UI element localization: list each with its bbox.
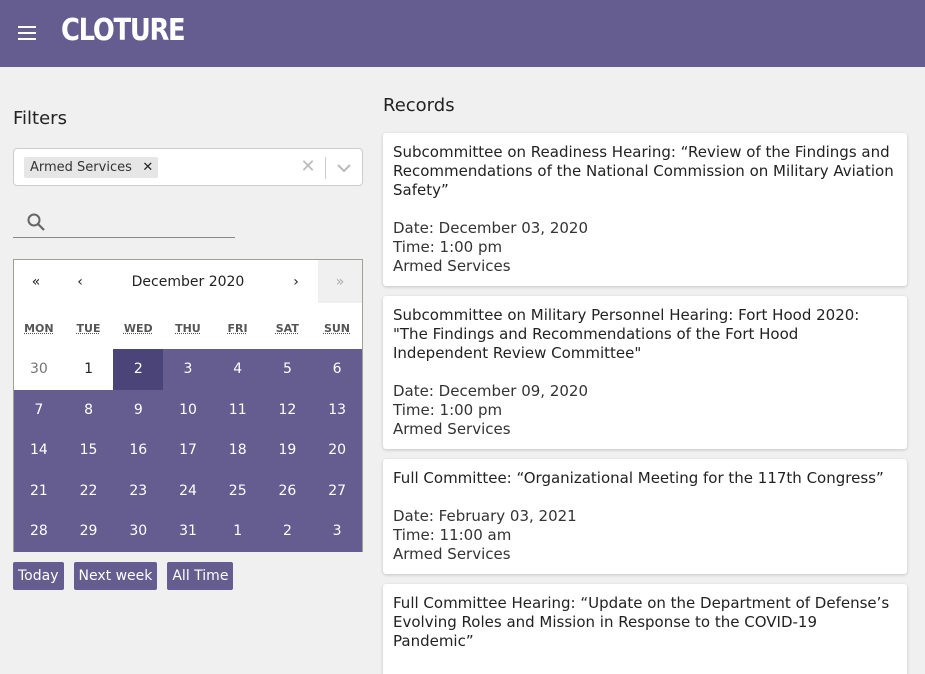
calendar-day[interactable]: 24: [163, 470, 213, 511]
calendar-day[interactable]: 13: [312, 389, 362, 430]
weekday-label: FRI: [227, 322, 248, 335]
all-time-button[interactable]: All Time: [167, 562, 234, 590]
calendar-day[interactable]: 26: [262, 470, 313, 511]
menu-icon[interactable]: [18, 26, 36, 40]
records-title: Records: [383, 95, 455, 116]
record-date: Date: February 03, 2021: [393, 507, 577, 525]
calendar-day[interactable]: 1: [64, 349, 114, 390]
weekday-label: TUE: [76, 322, 101, 335]
weekday-label: WED: [123, 322, 153, 335]
calendar-day[interactable]: 31: [163, 511, 213, 552]
calendar-day[interactable]: 16: [113, 430, 164, 471]
calendar-day[interactable]: 30: [14, 349, 64, 390]
record-date: Date: December 03, 2020: [393, 219, 589, 237]
record-time: Time: 1:00 pm: [393, 238, 503, 256]
calendar-day[interactable]: 4: [212, 349, 263, 390]
calendar-day[interactable]: 22: [63, 470, 114, 511]
quick-range-buttons: Today Next week All Time: [13, 562, 234, 590]
weekday-label: THU: [175, 322, 201, 335]
calendar-day[interactable]: 6: [312, 349, 362, 390]
calendar-day[interactable]: 23: [113, 470, 164, 511]
prev-year-button[interactable]: «: [14, 260, 58, 303]
chip-remove-icon[interactable]: ✕: [138, 157, 158, 178]
calendar-day[interactable]: 14: [14, 430, 64, 471]
record-card[interactable]: Subcommittee on Readiness Hearing: “Revi…: [383, 133, 907, 286]
committee-filter-select[interactable]: Armed Services ✕ ✕: [13, 148, 363, 186]
filters-title: Filters: [13, 108, 67, 129]
weekday-label: SAT: [275, 322, 299, 335]
next-year-button[interactable]: »: [318, 260, 362, 303]
clear-icon[interactable]: ✕: [298, 157, 318, 177]
record-committee: Armed Services: [393, 257, 511, 275]
search-icon: [26, 212, 46, 232]
calendar-day[interactable]: 8: [63, 389, 114, 430]
records-list: Subcommittee on Readiness Hearing: “Revi…: [383, 133, 907, 674]
calendar-day[interactable]: 28: [14, 511, 64, 552]
calendar-days: 30 1 2 3 4 5 6 7 8 9 10 11 12 13 14 15 1…: [14, 349, 362, 552]
calendar-day[interactable]: 17: [163, 430, 213, 471]
today-button[interactable]: Today: [13, 562, 64, 590]
record-time: Time: 1:00 pm: [393, 401, 503, 419]
calendar-day[interactable]: 5: [262, 349, 313, 390]
calendar-day[interactable]: 7: [14, 389, 64, 430]
calendar-day[interactable]: 18: [212, 430, 263, 471]
next-week-button[interactable]: Next week: [73, 562, 158, 590]
record-title: Full Committee Hearing: “Update on the D…: [393, 594, 890, 650]
calendar-day[interactable]: 30: [113, 511, 164, 552]
calendar-day[interactable]: 2: [262, 511, 313, 552]
calendar: « ‹ December 2020 › » MON TUE WED THU FR…: [13, 259, 363, 552]
filter-chip-label: Armed Services: [30, 160, 132, 175]
weekday-label: MON: [24, 322, 54, 335]
app-logo[interactable]: CLOTURE: [61, 13, 186, 48]
calendar-day[interactable]: 12: [262, 389, 313, 430]
top-bar: CLOTURE: [0, 0, 925, 67]
calendar-day[interactable]: 2: [113, 349, 164, 390]
calendar-day[interactable]: 9: [113, 389, 164, 430]
calendar-day[interactable]: 3: [312, 511, 362, 552]
weekday-header: MON TUE WED THU FRI SAT SUN: [14, 322, 362, 346]
record-card[interactable]: Subcommittee on Military Personnel Heari…: [383, 296, 907, 449]
calendar-day[interactable]: 11: [212, 389, 263, 430]
search-input[interactable]: [57, 209, 231, 235]
calendar-day[interactable]: 10: [163, 389, 213, 430]
calendar-day[interactable]: 21: [14, 470, 64, 511]
record-committee: Armed Services: [393, 420, 511, 438]
record-date: Date: December 09, 2020: [393, 382, 589, 400]
search-field: [13, 205, 235, 238]
calendar-day[interactable]: 3: [163, 349, 213, 390]
prev-month-button[interactable]: ‹: [58, 260, 102, 303]
select-separator: [325, 157, 326, 179]
record-card[interactable]: Full Committee Hearing: “Update on the D…: [383, 584, 907, 674]
record-committee: Armed Services: [393, 545, 511, 563]
calendar-month-label[interactable]: December 2020: [102, 260, 274, 303]
chevron-down-icon[interactable]: [334, 158, 354, 178]
calendar-day[interactable]: 15: [63, 430, 114, 471]
record-card[interactable]: Full Committee: “Organizational Meeting …: [383, 459, 907, 574]
weekday-label: SUN: [323, 322, 350, 335]
next-month-button[interactable]: ›: [274, 260, 318, 303]
calendar-day[interactable]: 19: [262, 430, 313, 471]
calendar-navigation: « ‹ December 2020 › »: [14, 260, 362, 303]
filter-chip: Armed Services ✕: [24, 157, 158, 178]
record-title: Subcommittee on Readiness Hearing: “Revi…: [393, 143, 894, 199]
calendar-day[interactable]: 27: [312, 470, 362, 511]
calendar-day[interactable]: 1: [212, 511, 263, 552]
calendar-day[interactable]: 25: [212, 470, 263, 511]
record-time: Time: 11:00 am: [393, 526, 512, 544]
record-title: Full Committee: “Organizational Meeting …: [393, 469, 884, 487]
record-title: Subcommittee on Military Personnel Heari…: [393, 306, 860, 362]
calendar-day[interactable]: 20: [312, 430, 362, 471]
calendar-day[interactable]: 29: [63, 511, 114, 552]
